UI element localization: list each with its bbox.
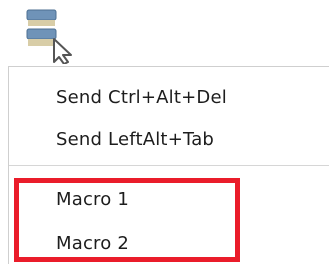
menu-item-label: Macro 2 xyxy=(56,232,130,254)
menu-separator xyxy=(9,165,329,166)
menu-item-send-ctrl-alt-del[interactable]: Send Ctrl+Alt+Del xyxy=(9,76,329,118)
menu-item-label: Macro 1 xyxy=(56,188,130,210)
screenshot-stage: Send Ctrl+Alt+Del Send LeftAlt+Tab Macro… xyxy=(0,0,329,264)
context-menu: Send Ctrl+Alt+Del Send LeftAlt+Tab Macro… xyxy=(8,66,329,264)
menu-item-send-leftalt-tab[interactable]: Send LeftAlt+Tab xyxy=(9,118,329,160)
menu-item-label: Send Ctrl+Alt+Del xyxy=(56,86,227,108)
multi-window-icon xyxy=(26,9,72,65)
toolbar-menu-button[interactable] xyxy=(24,8,82,65)
menu-item-macro-2[interactable]: Macro 2 xyxy=(9,222,329,264)
menu-item-label: Send LeftAlt+Tab xyxy=(56,128,215,150)
menu-item-macro-1[interactable]: Macro 1 xyxy=(9,178,329,220)
